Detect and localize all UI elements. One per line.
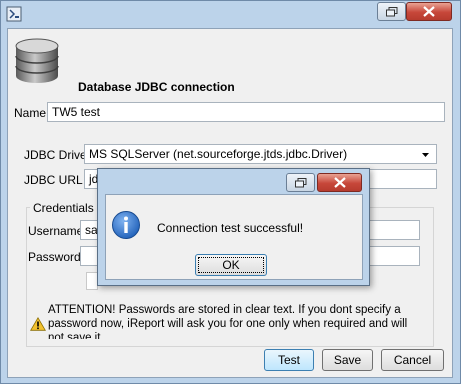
- url-label: JDBC URL: [24, 173, 83, 187]
- restore-icon: [385, 6, 397, 16]
- page-title: Database JDBC connection: [78, 80, 235, 94]
- driver-label: JDBC Driver: [24, 148, 91, 162]
- name-field[interactable]: TW5 test: [47, 102, 445, 122]
- dialog-close-button[interactable]: [317, 173, 362, 192]
- credentials-label: Credentials: [30, 201, 97, 215]
- close-icon: [423, 6, 435, 17]
- password-label: Password: [28, 250, 81, 264]
- dialog-message: Connection test successful!: [157, 221, 304, 235]
- test-button[interactable]: Test: [264, 349, 314, 371]
- username-label: Username: [28, 224, 84, 238]
- info-icon: [112, 211, 140, 239]
- database-icon: [15, 38, 59, 83]
- app-icon: [6, 6, 22, 22]
- driver-select[interactable]: MS SQLServer (net.sourceforge.jtds.jdbc.…: [84, 144, 437, 164]
- ok-button[interactable]: OK: [195, 254, 267, 276]
- name-label: Name: [14, 106, 47, 120]
- close-icon: [333, 177, 346, 188]
- restore-icon: [294, 177, 306, 187]
- cancel-button[interactable]: Cancel: [381, 349, 444, 371]
- dialog-restore-button[interactable]: [286, 173, 315, 192]
- warning-icon: [30, 317, 46, 331]
- chevron-down-icon[interactable]: [421, 150, 430, 159]
- restore-button[interactable]: [377, 2, 406, 21]
- close-button[interactable]: [406, 2, 452, 21]
- password-warning: ATTENTION! Passwords are stored in clear…: [48, 304, 408, 339]
- save-button[interactable]: Save: [322, 349, 373, 371]
